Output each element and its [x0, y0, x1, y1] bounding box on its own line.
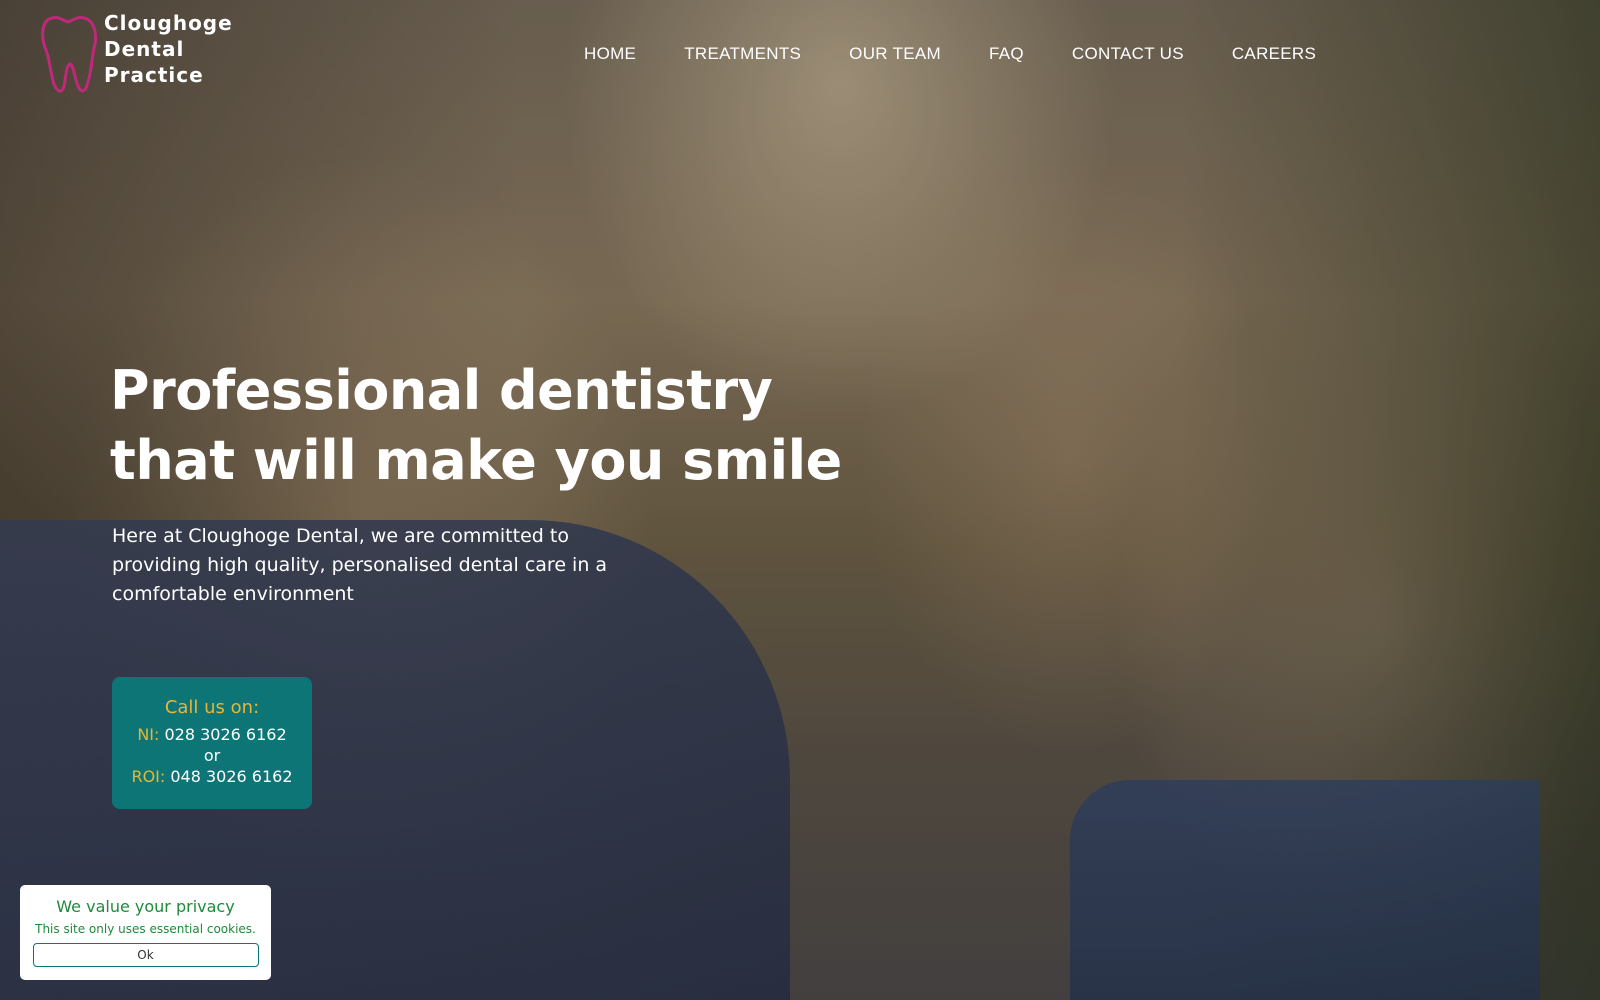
- hero-overlay: [0, 0, 1600, 1000]
- call-roi-label: ROI:: [131, 767, 166, 786]
- privacy-ok-button[interactable]: Ok: [32, 943, 259, 967]
- nav-careers[interactable]: CAREERS: [1232, 44, 1316, 64]
- hero-headline: Professional dentistry that will make yo…: [110, 356, 890, 496]
- hero-section: Cloughoge Dental Practice HOME TREATMENT…: [0, 0, 1600, 1000]
- nav-treatments[interactable]: TREATMENTS: [684, 44, 801, 64]
- nav-contact-us[interactable]: CONTACT US: [1072, 44, 1184, 64]
- privacy-banner: We value your privacy This site only use…: [20, 885, 271, 980]
- site-logo[interactable]: Cloughoge Dental Practice: [38, 10, 233, 96]
- call-roi-line[interactable]: ROI: 048 3026 6162: [112, 766, 312, 787]
- hero-headline-line-1: Professional dentistry: [110, 359, 773, 422]
- logo-line-1: Cloughoge: [104, 11, 233, 35]
- tooth-icon: [41, 16, 98, 93]
- main-nav: HOME TREATMENTS OUR TEAM FAQ CONTACT US …: [584, 44, 1364, 64]
- logo-line-3: Practice: [104, 63, 204, 87]
- nav-home[interactable]: HOME: [584, 44, 636, 64]
- hero-headline-line-2: that will make you smile: [110, 429, 842, 492]
- call-ni-line[interactable]: NI: 028 3026 6162: [112, 724, 312, 745]
- logo-line-2: Dental: [104, 37, 185, 61]
- call-ni-label: NI:: [137, 725, 160, 744]
- call-or: or: [203, 746, 221, 765]
- privacy-title: We value your privacy: [56, 897, 235, 916]
- call-roi-number[interactable]: 048 3026 6162: [170, 767, 292, 786]
- call-us-box: Call us on: NI: 028 3026 6162 or ROI: 04…: [112, 677, 312, 809]
- nav-our-team[interactable]: OUR TEAM: [849, 44, 941, 64]
- call-ni-number[interactable]: 028 3026 6162: [165, 725, 287, 744]
- hero-subtext: Here at Cloughoge Dental, we are committ…: [112, 525, 608, 605]
- privacy-text: This site only uses essential cookies.: [35, 922, 256, 936]
- call-us-title: Call us on:: [164, 697, 260, 718]
- nav-faq[interactable]: FAQ: [989, 44, 1024, 64]
- logo-wordmark: Cloughoge Dental Practice: [104, 10, 233, 88]
